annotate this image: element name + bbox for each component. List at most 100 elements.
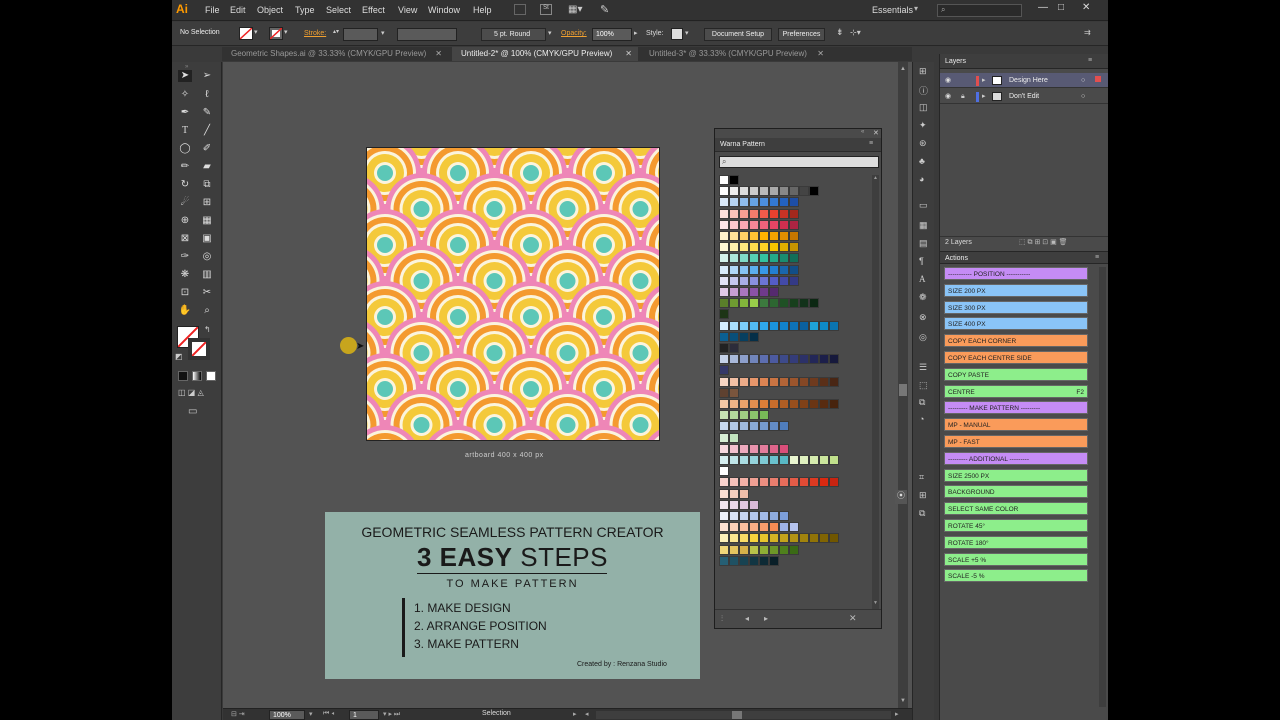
slice-tool-icon[interactable]: ✂ bbox=[200, 287, 214, 299]
color-swatch[interactable] bbox=[819, 455, 829, 465]
color-swatch[interactable] bbox=[769, 320, 779, 331]
action-button[interactable]: SCALE +5 % bbox=[944, 552, 1088, 566]
color-swatch[interactable] bbox=[739, 455, 749, 465]
color-swatch[interactable] bbox=[749, 522, 759, 533]
none-mode-icon[interactable] bbox=[206, 371, 216, 381]
vertical-scrollbar[interactable]: ▲ ▼ bbox=[898, 62, 908, 708]
lasso-tool-icon[interactable]: ℓ bbox=[200, 89, 214, 101]
color-swatch[interactable] bbox=[769, 264, 779, 275]
color-swatch[interactable] bbox=[799, 354, 809, 365]
color-swatch[interactable] bbox=[719, 421, 729, 432]
color-swatch[interactable] bbox=[729, 410, 739, 421]
color-swatch[interactable] bbox=[749, 320, 759, 331]
color-swatch[interactable] bbox=[719, 320, 729, 331]
color-swatch[interactable] bbox=[729, 231, 739, 241]
color-panel-icon[interactable]: ◕ bbox=[919, 174, 924, 184]
color-swatch[interactable] bbox=[779, 421, 789, 432]
menu-window[interactable]: Window bbox=[428, 5, 460, 15]
action-button[interactable]: MP - FAST bbox=[944, 435, 1088, 448]
transform-icon[interactable]: ⊹▾ bbox=[850, 28, 861, 37]
color-swatch[interactable] bbox=[749, 410, 759, 421]
line-tool-icon[interactable]: ╱ bbox=[200, 125, 214, 137]
color-swatch[interactable] bbox=[739, 320, 749, 331]
color-swatch[interactable] bbox=[799, 533, 809, 544]
color-swatch[interactable] bbox=[749, 298, 759, 309]
color-swatch[interactable] bbox=[759, 511, 769, 521]
artboard-next-icons[interactable]: ▾ ▸ ⏭ bbox=[383, 710, 400, 719]
color-swatch[interactable] bbox=[749, 197, 759, 208]
color-swatch[interactable] bbox=[739, 522, 749, 533]
action-button[interactable]: SIZE 200 PX bbox=[944, 283, 1088, 297]
color-swatch[interactable] bbox=[759, 410, 769, 421]
color-mode-icon[interactable] bbox=[178, 371, 188, 381]
color-swatch[interactable] bbox=[819, 376, 829, 387]
color-swatch[interactable] bbox=[719, 432, 729, 443]
status-icons[interactable]: ⊟ ⇥ bbox=[231, 710, 245, 718]
color-swatch[interactable] bbox=[719, 331, 729, 342]
close-tab-icon[interactable]: ✕ bbox=[625, 47, 632, 61]
color-swatch[interactable] bbox=[739, 477, 749, 488]
graphic-style-swatch[interactable] bbox=[671, 28, 683, 40]
default-colors-icon[interactable]: ◩ bbox=[175, 352, 183, 361]
color-swatch[interactable] bbox=[739, 499, 749, 510]
color-swatch[interactable] bbox=[799, 376, 809, 387]
action-button[interactable]: SIZE 400 PX bbox=[944, 317, 1088, 331]
color-swatch[interactable] bbox=[759, 242, 769, 253]
color-swatch[interactable] bbox=[729, 219, 739, 230]
align-panel-icon[interactable]: ☰ bbox=[919, 362, 927, 373]
color-swatch[interactable] bbox=[749, 242, 759, 253]
color-swatch[interactable] bbox=[799, 455, 809, 465]
magic-wand-tool-icon[interactable]: ✧ bbox=[178, 89, 192, 101]
color-swatch[interactable] bbox=[729, 197, 739, 208]
color-swatch[interactable] bbox=[739, 410, 749, 421]
direct-selection-tool-icon[interactable]: ➢ bbox=[200, 70, 214, 82]
layer-footer-icons[interactable]: ⬚ ⧉ ⊞ ⊡ ▣ 🗑︎ bbox=[1019, 238, 1068, 247]
color-swatch[interactable] bbox=[819, 320, 829, 331]
menu-object[interactable]: Object bbox=[257, 5, 283, 15]
hand-tool-icon[interactable]: ✋ bbox=[178, 305, 192, 317]
color-swatch[interactable] bbox=[829, 455, 839, 465]
action-button[interactable]: ROTATE 180° bbox=[944, 535, 1088, 549]
layer-row-design-here[interactable]: ◉ ▸ Design Here ○ bbox=[940, 73, 1108, 88]
color-swatch[interactable] bbox=[799, 320, 809, 331]
eraser-tool-icon[interactable]: ▰ bbox=[200, 161, 214, 173]
color-swatch[interactable] bbox=[729, 522, 739, 533]
color-swatch[interactable] bbox=[739, 208, 749, 219]
color-swatch[interactable] bbox=[739, 253, 749, 264]
color-swatch[interactable] bbox=[749, 533, 759, 544]
opacity-arrow-icon[interactable]: ▸ bbox=[634, 29, 638, 37]
gradient-mode-icon[interactable] bbox=[192, 371, 202, 381]
color-swatch[interactable] bbox=[719, 399, 729, 409]
color-swatch[interactable] bbox=[799, 477, 809, 488]
links-panel-icon[interactable]: ◔ bbox=[919, 414, 924, 424]
curvature-tool-icon[interactable]: ✎ bbox=[200, 107, 214, 119]
layers-panel-title[interactable]: Layers bbox=[945, 58, 966, 65]
color-swatch[interactable] bbox=[719, 387, 729, 398]
color-swatch[interactable] bbox=[759, 533, 769, 544]
stroke-swatch[interactable] bbox=[269, 27, 283, 40]
color-swatch[interactable] bbox=[739, 533, 749, 544]
color-swatch[interactable] bbox=[739, 555, 749, 566]
color-swatch[interactable] bbox=[729, 421, 739, 432]
hscroll-left-icon[interactable]: ◂ bbox=[585, 710, 589, 718]
color-swatch[interactable] bbox=[749, 511, 759, 521]
column-graph-tool-icon[interactable]: ▥ bbox=[200, 269, 214, 281]
action-button[interactable]: SCALE -5 % bbox=[944, 569, 1088, 583]
color-swatch[interactable] bbox=[729, 242, 739, 253]
color-swatch[interactable] bbox=[729, 544, 739, 555]
color-swatch[interactable] bbox=[749, 477, 759, 488]
color-swatch[interactable] bbox=[759, 208, 769, 219]
color-swatch[interactable] bbox=[749, 275, 759, 286]
close-tab-icon[interactable]: ✕ bbox=[817, 47, 824, 61]
symbols-panel-icon[interactable]: ♣ bbox=[919, 156, 925, 166]
pathfinder-panel-icon[interactable]: ⊛ bbox=[919, 138, 927, 149]
arrange-documents-icon[interactable]: ▦▾ bbox=[568, 4, 584, 15]
color-swatch[interactable] bbox=[779, 443, 789, 454]
stroke-panel-icon[interactable]: ▭ bbox=[919, 200, 928, 211]
swap-fill-stroke-icon[interactable]: ↰ bbox=[204, 325, 211, 334]
color-swatch[interactable] bbox=[739, 544, 749, 555]
color-swatch[interactable] bbox=[789, 354, 799, 365]
color-swatch[interactable] bbox=[789, 533, 799, 544]
color-swatch[interactable] bbox=[809, 376, 819, 387]
eyedropper-tool-icon[interactable]: ✑ bbox=[178, 251, 192, 263]
